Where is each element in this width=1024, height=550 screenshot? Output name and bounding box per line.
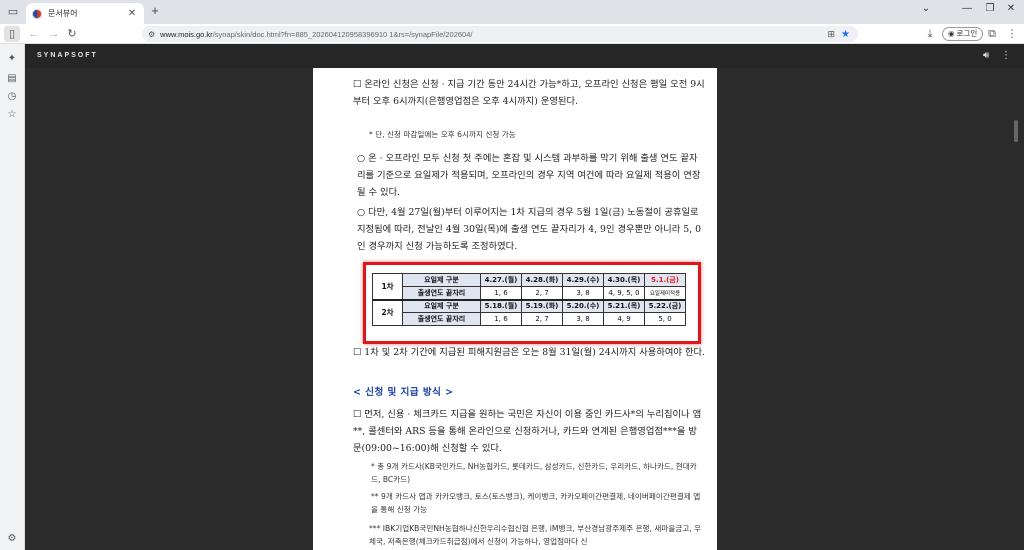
paragraph-weekday-system: ○ 온 · 오프라인 모두 신청 첫 주에는 혼잡 및 시스템 과부하를 막기 … <box>357 153 701 198</box>
copilot-icon[interactable]: ✦ <box>5 52 19 66</box>
day-cell: 5.18.(월) <box>480 298 522 313</box>
day-cell: 4.29.(수) <box>562 273 604 287</box>
digit-cell: 2, 7 <box>521 312 563 326</box>
translate-icon[interactable]: ⊞ <box>827 29 835 40</box>
minimize-button[interactable]: — <box>957 3 977 14</box>
day-cell: 5.19.(화) <box>521 298 563 313</box>
tab-title: 문서뷰어 <box>48 9 78 18</box>
digit-cell: 1, 6 <box>480 286 522 300</box>
digit-cell: 5, 0 <box>644 312 686 326</box>
url-text[interactable]: www.mois.go.kr/synap/skin/doc.html?fn=88… <box>160 30 827 39</box>
row-header-cell: 요일제 구분 <box>402 298 481 313</box>
new-tab-button[interactable]: + <box>148 4 162 18</box>
favorites-icon[interactable]: ☆ <box>5 108 19 122</box>
read-aloud-icon[interactable]: 🔊︎ <box>983 50 989 61</box>
day-cell: 5.22.(금) <box>644 298 686 313</box>
note-card-companies: * 총 9개 카드사(KB국민카드, NH농협카드, 롯데카드, 삼성카드, 신… <box>371 462 697 484</box>
table-row: 출생연도 끝자리 1, 6 2, 7 3, 8 4, 9, 5, 0 요일제미적… <box>373 286 686 300</box>
tab-actions-icon[interactable]: ▭ <box>5 4 21 20</box>
row-header-cell: 출생연도 끝자리 <box>402 286 481 300</box>
browser-toolbar: ▯ ← → ↻ ⚙ www.mois.go.kr/synap/skin/doc.… <box>0 24 1024 44</box>
note-apps: ** 9개 카드사 앱과 카카오뱅크, 토스(토스뱅크), 케이뱅크, 카카오페… <box>371 492 701 514</box>
login-label: 로그인 <box>956 29 978 38</box>
tab-strip: ▭ 문서뷰어 ✕ + ⌄ — ❐ ✕ <box>0 0 1024 24</box>
digit-cell: 2, 7 <box>521 286 563 300</box>
collections-icon[interactable]: ▤ <box>5 72 19 86</box>
back-icon[interactable]: ← <box>26 26 42 42</box>
more-options-icon[interactable]: ⋮ <box>1001 50 1011 61</box>
paragraph-online-offline-hours: ☐ 온라인 신청은 신청 · 지급 기간 동안 24시간 가능*하고, 오프라인… <box>353 79 705 107</box>
download-icon[interactable]: ⤓ <box>922 26 938 42</box>
tab-search-chevron-icon[interactable]: ⌄ <box>916 3 936 14</box>
digit-cell: 1, 6 <box>480 312 522 326</box>
row-header-cell: 요일제 구분 <box>402 273 481 287</box>
url-path: /synap/skin/doc.html?fn=885_202604120958… <box>212 29 473 39</box>
profile-icon: ◉ <box>948 29 955 38</box>
forward-icon[interactable]: → <box>46 26 62 42</box>
holiday-day-cell: 5.1.(금) <box>644 273 686 287</box>
row-header-cell: 출생연도 끝자리 <box>402 312 481 326</box>
day-cell: 4.30.(목) <box>603 273 645 287</box>
history-icon[interactable]: ◷ <box>5 90 19 104</box>
document-page: ☐ 온라인 신청은 신청 · 지급 기간 동안 24시간 가능*하고, 오프라인… <box>313 68 717 550</box>
reload-icon[interactable]: ↻ <box>64 26 80 42</box>
menu-icon[interactable]: ⋮ <box>1004 26 1020 42</box>
login-button[interactable]: ◉ 로그인 <box>942 27 984 41</box>
paragraph-usage-deadline: ☐ 1차 및 2차 기간에 지급된 피해지원금은 오는 8월 31일(월) 24… <box>353 347 706 358</box>
section-heading-application-method: < 신청 및 지급 방식 > <box>353 387 454 398</box>
browser-left-sidebar: ✦ ▤ ◷ ☆ ⚙ <box>0 44 25 550</box>
digit-cell: 요일제미적용 <box>644 286 686 300</box>
table-row: 출생연도 끝자리 1, 6 2, 7 3, 8 4, 9 5, 0 <box>373 312 686 326</box>
round-cell: 1차 <box>372 273 403 300</box>
paragraph-holiday-adjustment: ○ 다만, 4월 27일(월)부터 이루어지는 1차 지급의 경우 5월 1일(… <box>357 207 701 252</box>
sidebar-toggle-icon[interactable]: ▯ <box>4 26 20 42</box>
table-row: 2차 요일제 구분 5.18.(월) 5.19.(화) 5.20.(수) 5.2… <box>372 298 686 326</box>
extensions-icon[interactable]: ⧉ <box>984 26 1000 42</box>
note-bank-branches: *** IBK기업KB국민NH농협하나신한우리수협신협 은행, iM뱅크, 부산… <box>369 524 702 546</box>
url-host: www.mois.go.kr <box>160 29 213 39</box>
close-window-button[interactable]: ✕ <box>1001 3 1021 14</box>
viewer-header: SYNAPSOFT 🔊︎ ⋮ <box>25 44 1024 68</box>
table-row: 1차 요일제 구분 4.27.(월) 4.28.(화) 4.29.(수) 4.3… <box>372 273 686 300</box>
highlighted-schedule-table: 1차 요일제 구분 4.27.(월) 4.28.(화) 4.29.(수) 4.3… <box>363 262 701 344</box>
day-cell: 4.28.(화) <box>521 273 563 287</box>
paragraph-card-application: ☐ 먼저, 신용 · 체크카드 지급을 원하는 국민은 자신이 이용 중인 카드… <box>353 409 702 454</box>
viewer-scrollbar[interactable] <box>1014 120 1018 142</box>
address-bar[interactable]: ⚙ www.mois.go.kr/synap/skin/doc.html?fn=… <box>142 26 858 42</box>
settings-gear-icon[interactable]: ⚙ <box>5 532 19 546</box>
digit-cell: 4, 9, 5, 0 <box>603 286 645 300</box>
maximize-button[interactable]: ❐ <box>980 3 1000 14</box>
site-info-icon[interactable]: ⚙ <box>148 30 155 39</box>
digit-cell: 3, 8 <box>562 286 604 300</box>
taegeuk-favicon-icon <box>32 8 42 19</box>
note-deadline: * 단, 신청 마감일에는 오후 6시까지 신청 가능 <box>369 130 516 139</box>
digit-cell: 3, 8 <box>562 312 604 326</box>
bookmark-star-icon[interactable]: ★ <box>841 29 850 40</box>
tab-close-icon[interactable]: ✕ <box>126 8 138 19</box>
day-cell: 4.27.(월) <box>480 273 522 287</box>
round-cell: 2차 <box>372 298 403 326</box>
viewer-brand: SYNAPSOFT <box>37 52 98 59</box>
weekday-schedule-table: 1차 요일제 구분 4.27.(월) 4.28.(화) 4.29.(수) 4.3… <box>372 273 686 326</box>
tab-document-viewer[interactable]: 문서뷰어 ✕ <box>26 3 144 24</box>
digit-cell: 4, 9 <box>603 312 645 326</box>
day-cell: 5.21.(목) <box>603 298 645 313</box>
day-cell: 5.20.(수) <box>562 298 604 313</box>
